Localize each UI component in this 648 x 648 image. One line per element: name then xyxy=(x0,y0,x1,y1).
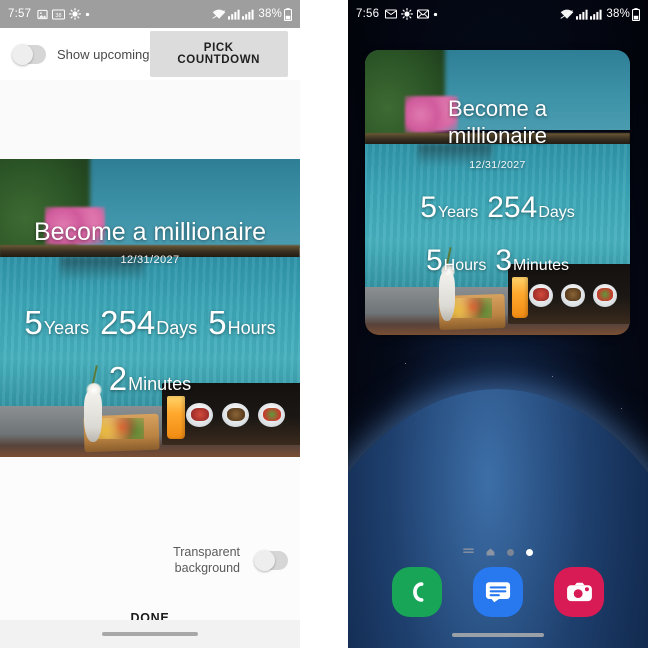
countdown-value: 5 xyxy=(24,304,43,341)
right-navigation-bar xyxy=(348,622,648,648)
gesture-pill[interactable] xyxy=(102,632,198,636)
widget-date: 12/31/2027 xyxy=(469,159,526,171)
preview-title: Become a millionaire xyxy=(33,218,267,246)
battery-icon xyxy=(284,7,292,21)
home-page-indicators xyxy=(348,543,648,561)
countdown-preview-card[interactable]: Become a millionaire 12/31/2027 5 Years … xyxy=(0,159,300,457)
left-phone-screen: 7:57 38 38% Show upcoming PICK COUNTDOWN… xyxy=(0,0,300,648)
countdown-unit: 5 Years xyxy=(24,306,89,339)
status-bar-notification-icons: 38 xyxy=(37,8,90,20)
countdown-label: Years xyxy=(43,318,90,338)
signal-bars-icon xyxy=(576,9,588,20)
countdown-unit: 5 Hours xyxy=(208,306,275,339)
countdown-label: Minutes xyxy=(513,257,570,274)
dot-icon xyxy=(433,12,438,17)
camera-app-icon[interactable] xyxy=(554,567,605,617)
countdown-label: Years xyxy=(437,204,479,221)
editor-toolbar: Show upcoming PICK COUNTDOWN xyxy=(0,28,300,80)
home-icon[interactable] xyxy=(486,543,495,561)
show-upcoming-toggle[interactable] xyxy=(12,43,46,65)
notification-count-38-icon: 38 xyxy=(52,9,66,20)
status-bar-notification-icons xyxy=(385,8,438,20)
battery-percent-label: 38% xyxy=(606,8,630,20)
battery-percent-label: 38% xyxy=(258,8,282,20)
status-bar-right-icons: 38% xyxy=(212,7,292,21)
transparent-background-toggle[interactable] xyxy=(254,550,288,572)
transparent-background-label: Transparent background xyxy=(173,545,240,576)
preview-countdown-row-2: 2 Minutes xyxy=(0,362,300,395)
pick-countdown-button[interactable]: PICK COUNTDOWN xyxy=(149,31,288,77)
gmail-icon xyxy=(417,9,430,19)
status-bar-right-icons: 38% xyxy=(560,7,640,21)
countdown-unit: 254 Days xyxy=(100,306,197,339)
brightness-icon xyxy=(69,8,82,20)
dual-phone-screenshot: 7:57 38 38% Show upcoming PICK COUNTDOWN… xyxy=(0,0,648,648)
countdown-unit: 5 Years xyxy=(420,193,478,223)
left-status-bar: 7:57 38 38% xyxy=(0,0,300,28)
toggle-knob xyxy=(12,43,33,65)
editor-top-spacer xyxy=(0,80,300,159)
countdown-value: 3 xyxy=(495,244,513,277)
countdown-label: Days xyxy=(538,204,575,221)
countdown-unit: 254 Days xyxy=(487,193,575,223)
toggle-knob xyxy=(254,550,275,572)
transparent-background-label-line2: background xyxy=(174,560,240,575)
transparent-background-label-line1: Transparent xyxy=(173,545,240,559)
countdown-value: 2 xyxy=(108,360,128,397)
signal-bars-2-icon xyxy=(242,9,254,20)
countdown-home-widget[interactable]: Become a millionaire 12/31/2027 5 Years … xyxy=(365,50,630,335)
svg-text:38: 38 xyxy=(56,12,62,18)
mail-icon xyxy=(385,9,398,19)
image-icon xyxy=(37,9,48,20)
dot-icon xyxy=(85,12,90,17)
countdown-value: 5 xyxy=(420,191,437,224)
page-dot-active[interactable] xyxy=(526,548,533,556)
preview-date: 12/31/2027 xyxy=(120,254,180,266)
countdown-label: Hours xyxy=(227,318,276,338)
right-status-bar: 7:56 38% xyxy=(348,0,648,28)
widget-countdown-row-2: 5 Hours 3 Minutes xyxy=(365,246,630,276)
phone-app-icon[interactable] xyxy=(391,567,442,617)
countdown-label: Minutes xyxy=(128,374,192,394)
page-dot[interactable] xyxy=(507,548,514,556)
screen-divider xyxy=(300,0,348,648)
show-upcoming-label: Show upcoming xyxy=(57,46,150,62)
status-bar-time: 7:57 xyxy=(8,8,32,20)
right-phone-screen: 7:56 38% Become a millionaire 12/31/2027… xyxy=(348,0,648,648)
widget-title-line1: Become a xyxy=(447,96,548,121)
status-bar-time: 7:56 xyxy=(356,8,380,20)
countdown-label: Hours xyxy=(443,257,487,274)
countdown-unit: 3 Minutes xyxy=(495,246,569,276)
widget-countdown-row-1: 5 Years 254 Days xyxy=(365,193,630,223)
widget-title-line2: millionaire xyxy=(447,123,548,148)
countdown-value: 5 xyxy=(208,304,227,341)
wifi-icon xyxy=(560,9,574,20)
countdown-value: 254 xyxy=(100,304,156,341)
signal-bars-2-icon xyxy=(590,9,602,20)
apps-list-icon[interactable] xyxy=(463,543,474,561)
transparent-background-row: Transparent background xyxy=(173,545,288,576)
preview-countdown-row-1: 5 Years 254 Days 5 Hours xyxy=(0,306,300,339)
countdown-value: 5 xyxy=(425,244,443,277)
countdown-value: 254 xyxy=(487,191,538,224)
countdown-unit: 2 Minutes xyxy=(109,362,191,395)
home-dock xyxy=(348,567,648,617)
left-navigation-bar xyxy=(0,620,300,648)
messages-app-icon[interactable] xyxy=(472,567,523,617)
signal-bars-icon xyxy=(228,9,240,20)
wifi-icon xyxy=(212,9,226,20)
gesture-pill[interactable] xyxy=(452,633,544,637)
battery-icon xyxy=(632,7,640,21)
countdown-label: Days xyxy=(156,318,198,338)
countdown-unit: 5 Hours xyxy=(426,246,486,276)
brightness-icon xyxy=(401,8,414,20)
